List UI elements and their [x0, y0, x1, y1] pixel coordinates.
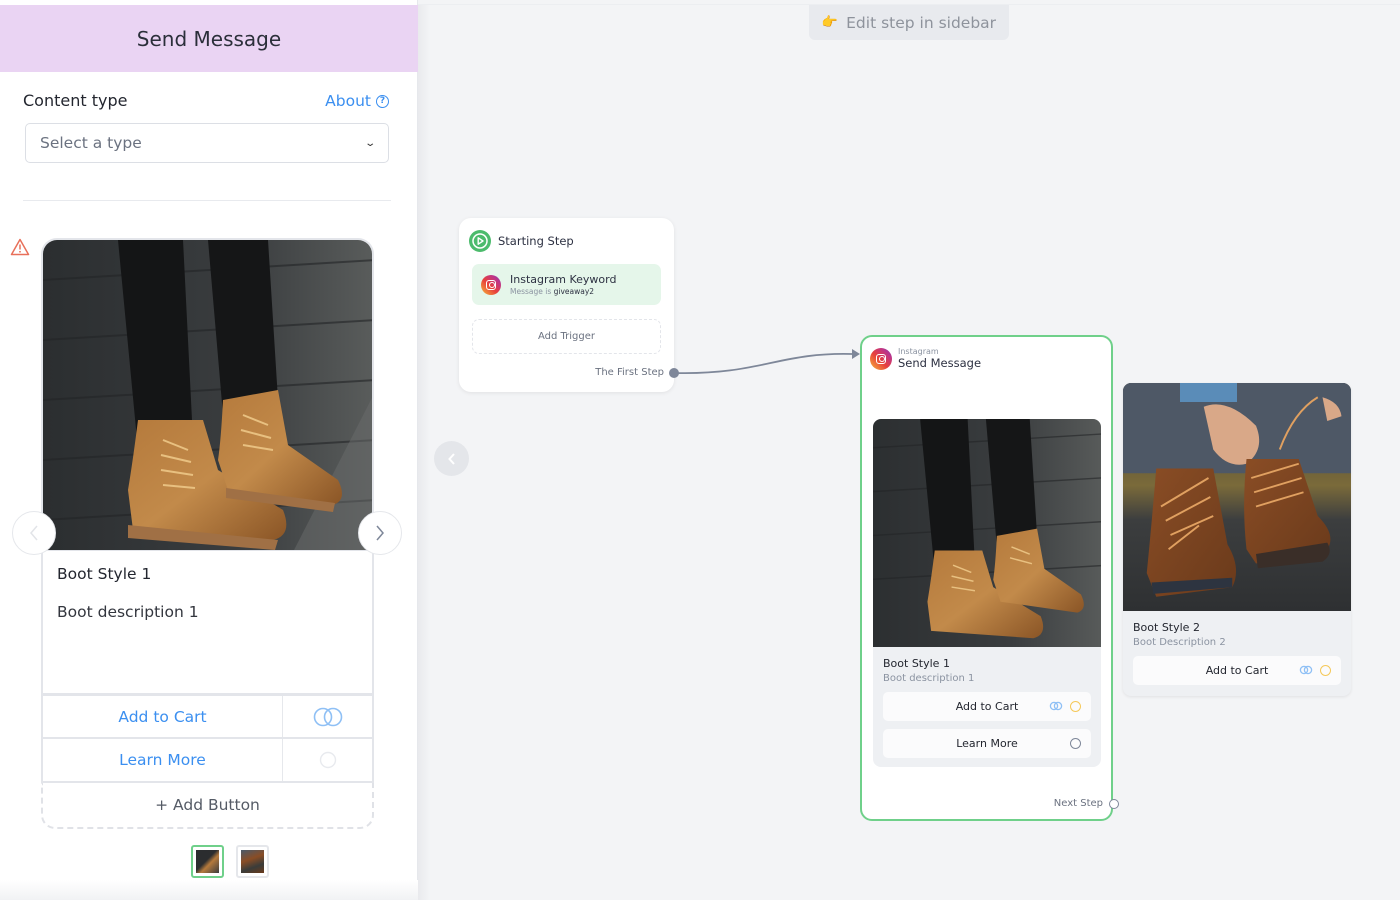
button-label[interactable]: Add to Cart — [43, 696, 283, 737]
node-title: Send Message — [898, 356, 982, 370]
button-label: Add to Cart — [1205, 664, 1269, 677]
sidebar-footer — [0, 880, 418, 900]
link-icon — [1049, 701, 1063, 711]
instagram-icon — [481, 274, 501, 295]
card-image[interactable] — [41, 238, 374, 550]
thumbnail-card-2[interactable] — [236, 845, 269, 878]
button-output-port[interactable] — [1320, 665, 1331, 676]
card-thumbnails — [191, 845, 269, 878]
content-type-select[interactable]: Select a type ⌄ — [25, 123, 389, 163]
card-button-add-to-cart[interactable]: Add to Cart — [883, 692, 1091, 721]
link-icon[interactable] — [283, 696, 372, 737]
card-description: Boot description 1 — [883, 673, 975, 684]
send-message-header: Instagram Send Message — [870, 347, 981, 370]
circle-icon[interactable] — [283, 739, 372, 781]
edit-hint-text: Edit step in sidebar — [846, 13, 997, 32]
boot-photo-2 — [1123, 383, 1351, 611]
card-button-add-to-cart[interactable]: Add to Cart — [1133, 656, 1341, 685]
about-link[interactable]: About ? — [325, 92, 389, 110]
button-label[interactable]: Learn More — [43, 739, 283, 781]
card-button-learn-more[interactable]: Learn More — [883, 729, 1091, 758]
sidebar: Send Message Content type About ? Select… — [0, 0, 418, 900]
card-body[interactable]: Boot Style 1 Boot description 1 — [41, 550, 374, 695]
chevron-left-icon — [447, 452, 455, 465]
starting-step-node[interactable]: Starting Step Instagram Keyword Message … — [459, 218, 679, 392]
card-title: Boot Style 1 — [883, 657, 950, 670]
sidebar-header-title: Send Message — [0, 5, 418, 72]
output-label: Next Step — [1053, 798, 1103, 809]
starting-step-header: Starting Step — [469, 230, 574, 252]
trigger-keyword: giveaway2 — [553, 287, 595, 296]
card-title[interactable]: Boot Style 1 — [57, 565, 358, 583]
starting-step-title: Starting Step — [498, 234, 574, 248]
canvas-edge-shadow — [418, 5, 430, 900]
output-port[interactable] — [669, 368, 679, 378]
chevron-right-icon — [376, 525, 384, 541]
card-image — [1123, 383, 1351, 611]
card-title: Boot Style 2 — [1133, 621, 1200, 634]
send-message-node[interactable]: Instagram Send Message Boot Style 1 Boot… — [860, 335, 1119, 821]
carousel-card-2[interactable]: Boot Style 2 Boot Description 2 Add to C… — [1123, 383, 1351, 696]
carousel-prev-button[interactable] — [12, 511, 56, 555]
card-description: Boot Description 2 — [1133, 637, 1226, 648]
boot-photo-1 — [43, 240, 372, 550]
thumbnail-card-1[interactable] — [191, 845, 224, 878]
instagram-keyword-trigger[interactable]: Instagram Keyword Message is giveaway2 — [472, 264, 661, 305]
about-label: About — [325, 92, 371, 110]
content-type-placeholder: Select a type — [40, 134, 142, 152]
collapse-sidebar-button[interactable] — [434, 441, 469, 476]
content-type-label: Content type — [23, 91, 128, 110]
carousel-card-1[interactable]: Boot Style 1 Boot description 1 Add to C… — [873, 419, 1101, 767]
card-description[interactable]: Boot description 1 — [57, 603, 358, 621]
button-output-port[interactable] — [1070, 701, 1081, 712]
carousel-next-button[interactable] — [358, 511, 402, 555]
card-button-learn-more: Learn More — [41, 739, 374, 783]
output-label: The First Step — [595, 367, 664, 378]
output-port[interactable] — [1109, 799, 1119, 809]
play-icon — [469, 230, 491, 252]
chevron-down-icon: ⌄ — [363, 137, 376, 149]
add-button[interactable]: + Add Button — [41, 783, 374, 829]
button-label: Learn More — [956, 737, 1018, 750]
channel-label: Instagram — [898, 347, 939, 356]
button-label: Add to Cart — [955, 700, 1019, 713]
carousel-card-editor: Boot Style 1 Boot description 1 Add to C… — [41, 238, 374, 829]
edit-step-hint: 👈 Edit step in sidebar — [809, 5, 1009, 40]
button-output-port[interactable] — [1070, 738, 1081, 749]
chevron-left-icon — [30, 525, 38, 541]
warning-icon — [10, 238, 30, 256]
pointing-hand-icon: 👈 — [821, 15, 839, 30]
trigger-title: Instagram Keyword — [510, 273, 617, 286]
add-trigger-button[interactable]: Add Trigger — [472, 319, 661, 354]
divider — [23, 200, 391, 201]
card-button-add-to-cart: Add to Cart — [41, 695, 374, 739]
instagram-icon — [870, 347, 892, 370]
trigger-subtitle: Message is giveaway2 — [510, 287, 595, 296]
link-icon — [1299, 665, 1313, 675]
help-icon: ? — [376, 94, 389, 108]
boot-photo-1 — [873, 419, 1101, 647]
card-image — [873, 419, 1101, 647]
